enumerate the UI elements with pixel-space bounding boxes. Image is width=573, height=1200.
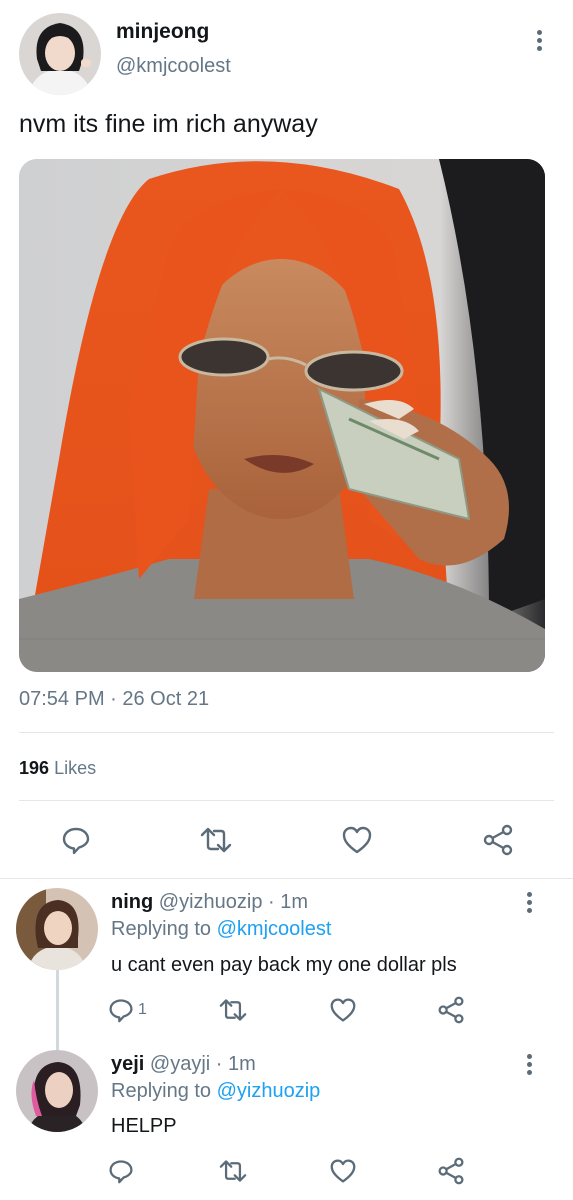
reply-icon — [109, 1160, 133, 1184]
heart-icon — [330, 1159, 356, 1183]
like-button[interactable] — [325, 1155, 361, 1187]
divider — [19, 732, 554, 733]
reply-button[interactable] — [56, 820, 96, 860]
share-icon — [483, 824, 513, 856]
divider — [0, 878, 573, 879]
reply-header: yeji @yayji · 1m — [111, 1053, 256, 1076]
reply-button[interactable] — [108, 1155, 144, 1187]
likes-summary[interactable]: 196 Likes — [19, 758, 96, 779]
reply-avatar[interactable] — [16, 1050, 98, 1132]
reply-count: 1 — [138, 1001, 147, 1018]
heart-icon — [342, 826, 372, 854]
retweet-button[interactable] — [215, 1155, 251, 1187]
reply-time: · 1m — [215, 1053, 256, 1075]
replying-mention[interactable]: @yizhuozip — [217, 1080, 321, 1102]
more-vertical-icon[interactable] — [529, 26, 551, 56]
reply-icon — [62, 827, 90, 855]
replying-to: Replying to @yizhuozip — [111, 1080, 320, 1103]
reply-avatar[interactable] — [16, 888, 98, 970]
like-button[interactable] — [325, 994, 361, 1026]
replying-to: Replying to @kmjcoolest — [111, 918, 331, 941]
thread-line — [56, 968, 59, 1050]
reply-handle[interactable]: @yizhuozip — [159, 891, 263, 913]
retweet-button[interactable] — [196, 820, 236, 860]
retweet-icon — [219, 1160, 247, 1182]
author-display-name[interactable]: minjeong — [116, 20, 209, 44]
share-button[interactable] — [433, 994, 469, 1026]
reply-time: · 1m — [268, 891, 309, 913]
author-avatar[interactable] — [19, 13, 101, 95]
retweet-button[interactable] — [215, 994, 251, 1026]
reply-display-name[interactable]: ning — [111, 891, 153, 913]
reply-text: u cant even pay back my one dollar pls — [111, 954, 457, 976]
tweet-text: nvm its fine im rich anyway — [19, 110, 318, 138]
replying-label: Replying to — [111, 918, 212, 940]
more-vertical-icon[interactable] — [519, 1050, 541, 1080]
share-button[interactable] — [478, 820, 518, 860]
reply-display-name[interactable]: yeji — [111, 1053, 144, 1075]
reply-handle[interactable]: @yayji — [150, 1053, 210, 1075]
tweet-timestamp[interactable]: 07:54 PM · 26 Oct 21 — [19, 688, 209, 711]
reply-text: HELPP — [111, 1115, 177, 1137]
divider — [19, 800, 554, 801]
more-vertical-icon[interactable] — [519, 888, 541, 918]
likes-label: Likes — [54, 758, 97, 778]
reply-icon — [109, 999, 133, 1023]
heart-icon — [330, 998, 356, 1022]
likes-count: 196 — [19, 758, 50, 778]
share-button[interactable] — [433, 1155, 469, 1187]
tweet-image[interactable] — [19, 159, 545, 672]
like-button[interactable] — [337, 820, 377, 860]
reply-header: ning @yizhuozip · 1m — [111, 891, 308, 914]
share-icon — [438, 1157, 464, 1185]
retweet-icon — [219, 999, 247, 1021]
author-handle[interactable]: @kmjcoolest — [116, 55, 231, 78]
reply-button[interactable]: 1 — [108, 994, 158, 1026]
share-icon — [438, 996, 464, 1024]
replying-label: Replying to — [111, 1080, 212, 1102]
retweet-icon — [200, 827, 232, 853]
replying-mention[interactable]: @kmjcoolest — [217, 918, 332, 940]
